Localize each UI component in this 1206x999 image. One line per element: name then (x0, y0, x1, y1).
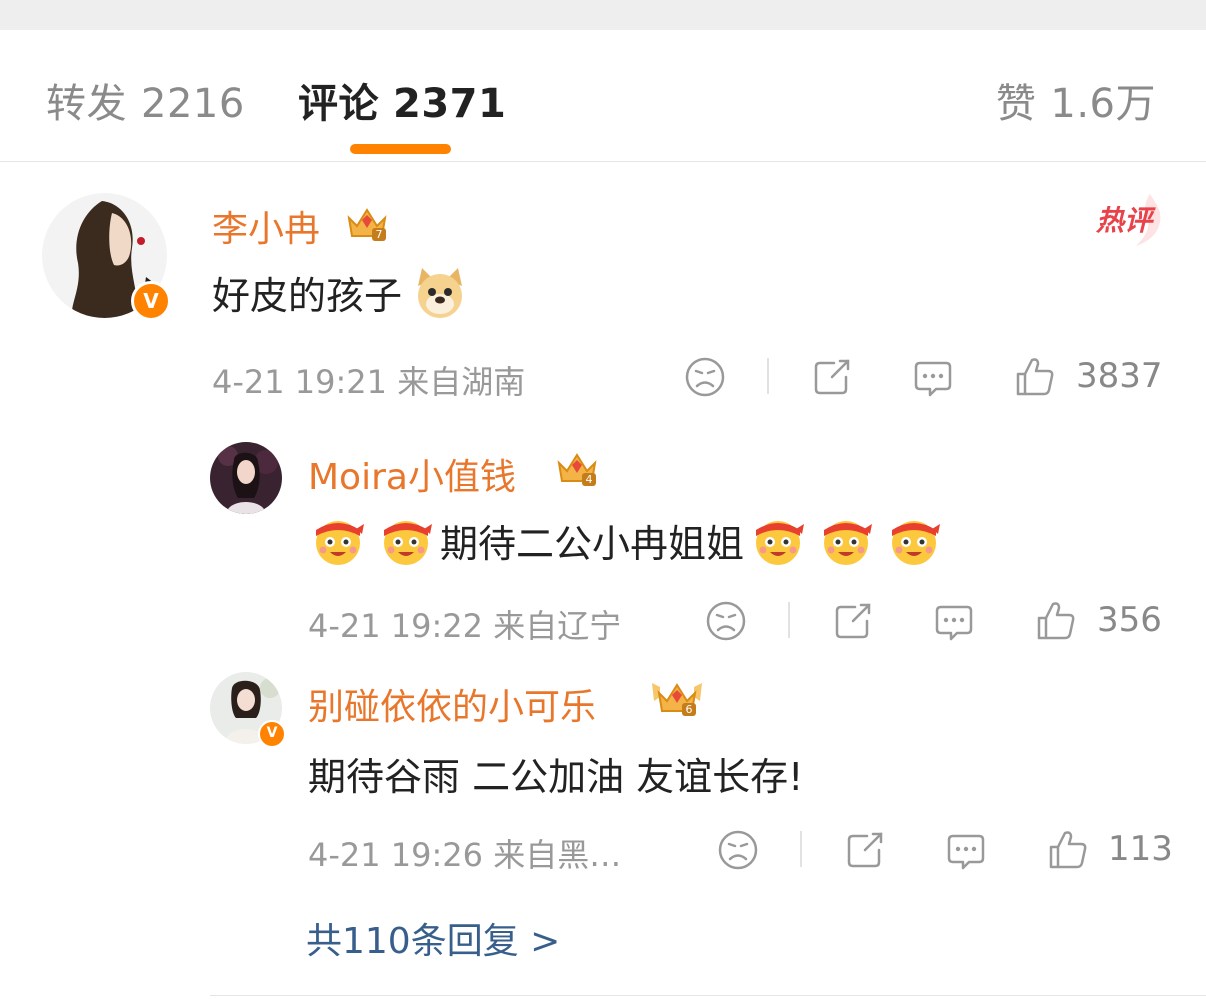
like-icon[interactable] (1014, 354, 1056, 398)
reply-time: 4-21 19:22 (308, 607, 484, 645)
action-divider (800, 831, 802, 867)
reply-meta: 4-21 19:26 来自黑… (308, 830, 621, 876)
dislike-icon[interactable] (717, 829, 759, 871)
reply-username[interactable]: Moira小值钱 (308, 448, 516, 500)
comment-username[interactable]: 李小冉 (212, 200, 320, 252)
divider (210, 995, 1206, 996)
share-icon[interactable] (810, 355, 854, 399)
cheer-emoji-icon (824, 521, 873, 565)
crown-level-icon: 4 (557, 453, 597, 486)
cheer-emoji-icon (384, 521, 432, 565)
active-tab-indicator (350, 144, 451, 154)
reply-avatar[interactable] (210, 442, 282, 514)
tab-forward-label: 转发 (46, 81, 127, 127)
tab-forward-count: 2216 (141, 81, 245, 127)
verified-badge: V (131, 281, 171, 321)
reply-text: 期待二公小冉姐姐 (440, 521, 745, 566)
action-divider (767, 358, 769, 394)
reply-text-row: 期待二公小冉姐姐 (310, 510, 942, 570)
reply-time: 4-21 19:26 (308, 836, 484, 874)
tab-likes[interactable]: 赞 1.6万 (996, 71, 1156, 129)
svg-text:热评: 热评 (1095, 204, 1156, 237)
tab-likes-count: 1.6万 (1050, 81, 1156, 127)
svg-text:6: 6 (686, 703, 693, 716)
view-all-replies-link[interactable]: 共110条回复 > (306, 912, 560, 964)
reply-icon[interactable] (945, 830, 987, 872)
reply-icon[interactable] (933, 601, 975, 643)
comment-text-row: 好皮的孩子 (212, 262, 468, 322)
comment-meta: 4-21 19:21 来自湖南 (212, 357, 525, 403)
reply-text-row: 期待谷雨 二公加油 友谊长存! (308, 748, 804, 799)
crown-level-icon: 7 (347, 208, 387, 241)
dislike-icon[interactable] (705, 600, 747, 642)
cheer-emoji-icon (892, 521, 941, 565)
like-icon[interactable] (1035, 598, 1077, 642)
share-icon[interactable] (843, 828, 887, 872)
tab-comments-label: 评论 (298, 81, 379, 127)
status-strip (0, 0, 1206, 30)
tab-forward[interactable]: 转发 2216 (46, 71, 245, 129)
comment-text: 好皮的孩子 (212, 273, 403, 318)
comment-time: 4-21 19:21 (212, 363, 388, 401)
reply-icon[interactable] (912, 357, 954, 399)
like-count: 3837 (1076, 356, 1163, 396)
reply-location: 来自辽宁 (493, 607, 622, 645)
svg-text:7: 7 (376, 228, 383, 241)
hot-comment-badge: 热评 (1095, 194, 1161, 246)
tab-comments[interactable]: 评论 2371 (298, 71, 506, 129)
like-count: 356 (1097, 600, 1162, 640)
cheer-emoji-icon (756, 521, 805, 565)
verified-badge: V (258, 720, 286, 748)
dislike-icon[interactable] (684, 356, 726, 398)
share-icon[interactable] (831, 599, 875, 643)
cheer-emoji-icon (316, 521, 364, 565)
tab-comments-count: 2371 (393, 81, 507, 127)
svg-text:4: 4 (586, 473, 593, 486)
like-count: 113 (1108, 829, 1173, 869)
reply-username[interactable]: 别碰依依的小可乐 (308, 678, 596, 730)
tab-likes-label: 赞 (995, 81, 1037, 127)
like-icon[interactable] (1047, 827, 1089, 871)
doge-emoji-icon (418, 268, 463, 318)
reply-text: 期待谷雨 二公加油 友谊长存! (308, 754, 804, 799)
reply-location: 来自黑… (493, 836, 622, 874)
comment-location: 来自湖南 (397, 363, 526, 401)
crown-level-icon: 6 (652, 683, 702, 716)
comment-tabs: 转发 2216 评论 2371 赞 1.6万 (0, 30, 1206, 162)
action-divider (788, 602, 790, 638)
reply-meta: 4-21 19:22 来自辽宁 (308, 601, 621, 647)
